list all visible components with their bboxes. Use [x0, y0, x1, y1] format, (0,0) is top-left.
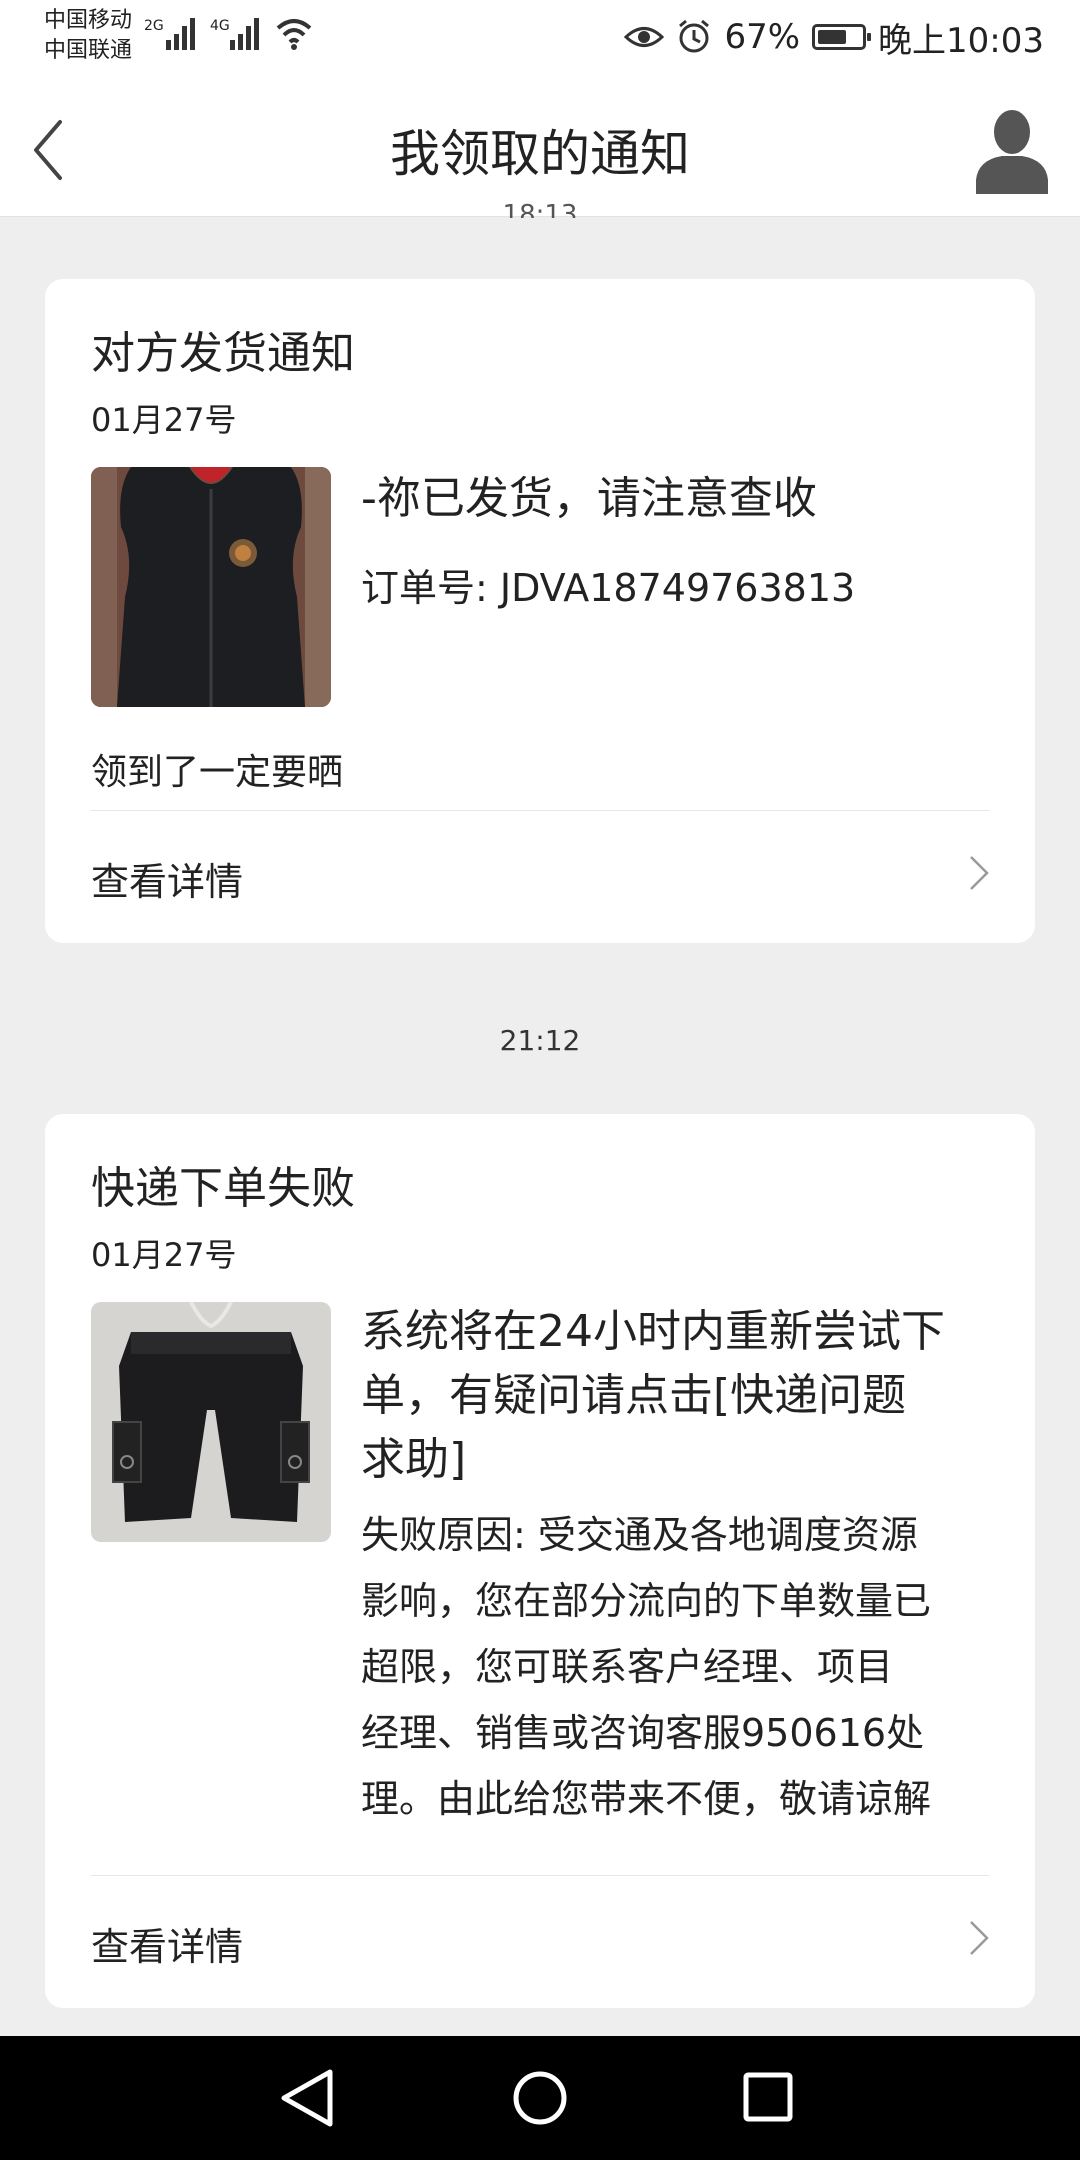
- reason-line: 理。由此给您带来不便，敬请谅解: [361, 1777, 932, 1821]
- view-details-label: 查看详情: [91, 860, 244, 904]
- product-thumbnail[interactable]: [91, 1302, 331, 1542]
- signal-icon: [166, 18, 195, 50]
- page-title: 我领取的通知: [390, 125, 690, 183]
- reason-line: 影响，您在部分流向的下单数量已: [361, 1579, 932, 1623]
- card-remark: 领到了一定要晒: [91, 752, 344, 793]
- network-type-1: 2G: [144, 18, 164, 34]
- view-details-row[interactable]: 查看详情: [45, 811, 1035, 937]
- status-right: 67% 晚上10:03: [624, 14, 1044, 61]
- nav-home-button[interactable]: [505, 2066, 575, 2130]
- carrier-1: 中国移动: [44, 8, 133, 33]
- eye-icon: [624, 27, 665, 47]
- reason-line: 失败原因: 受交通及各地调度资源: [361, 1513, 918, 1557]
- battery-fill: [818, 30, 847, 44]
- notification-card[interactable]: 快递下单失败 01月27号 系统将在24小时内重新尝试下 单，有疑问请点击[快递…: [45, 1114, 1035, 2008]
- vest-image: [91, 467, 331, 707]
- status-bar: 中国移动 中国联通 2G 4G 67% 晚上10:03: [0, 0, 1080, 80]
- battery-percent: 67%: [724, 17, 801, 57]
- card-title: 对方发货通知: [91, 328, 355, 379]
- carrier-names: 中国移动 中国联通: [44, 6, 132, 66]
- alarm-icon: [679, 19, 710, 53]
- order-number: 订单号: JDVA18749763813: [361, 566, 856, 610]
- status-time: 晚上10:03: [878, 20, 1044, 61]
- network-type-2: 4G: [210, 18, 230, 34]
- card-date: 01月27号: [91, 1236, 237, 1274]
- nav-back-button[interactable]: [274, 2066, 344, 2130]
- view-details-label: 查看详情: [91, 1925, 244, 1969]
- card-message: -祢已发货，请注意查收: [361, 473, 817, 524]
- notification-card[interactable]: 对方发货通知 01月27号 -祢已发货，请注意查收 订单号: JDVA18749…: [45, 279, 1035, 943]
- header-bar: 我领取的通知: [0, 80, 1080, 217]
- user-icon: [976, 110, 1048, 194]
- timestamp-clipped: 18:13: [502, 200, 578, 218]
- message-line: 系统将在24小时内重新尝试下: [361, 1306, 945, 1357]
- chevron-right-icon: [970, 856, 989, 890]
- card-message: 系统将在24小时内重新尝试下 单，有疑问请点击[快递问题 求助]: [361, 1300, 991, 1492]
- message-line: 单，有疑问请点击[快递问题: [361, 1370, 907, 1421]
- nav-recents-button[interactable]: [734, 2066, 804, 2130]
- product-thumbnail[interactable]: [91, 467, 331, 707]
- profile-button[interactable]: [972, 104, 1052, 194]
- card-date: 01月27号: [91, 401, 237, 439]
- card-body: 系统将在24小时内重新尝试下 单，有疑问请点击[快递问题 求助] 失败原因: 受…: [361, 1300, 991, 1832]
- chevron-right-icon: [970, 1921, 989, 1955]
- wifi-icon: [276, 19, 312, 50]
- card-title: 快递下单失败: [91, 1163, 355, 1214]
- signal-icon: [230, 18, 259, 50]
- circle-home-icon: [513, 2071, 567, 2125]
- shorts-image: [91, 1302, 331, 1542]
- square-recents-icon: [743, 2072, 793, 2122]
- card-body: -祢已发货，请注意查收 订单号: JDVA18749763813: [361, 467, 991, 612]
- reason-line: 经理、销售或咨询客服950616处: [361, 1711, 925, 1755]
- timestamp: 21:12: [499, 1024, 581, 1057]
- system-nav-bar: [0, 2036, 1080, 2160]
- battery-icon: [812, 24, 872, 50]
- reason-line: 超限，您可联系客户经理、项目: [361, 1645, 894, 1689]
- triangle-back-icon: [281, 2069, 333, 2127]
- view-details-row[interactable]: 查看详情: [45, 1876, 1035, 2002]
- message-line: 求助]: [361, 1434, 467, 1485]
- failure-reason: 失败原因: 受交通及各地调度资源 影响，您在部分流向的下单数量已 超限，您可联系…: [361, 1502, 991, 1832]
- carrier-2: 中国联通: [44, 38, 133, 63]
